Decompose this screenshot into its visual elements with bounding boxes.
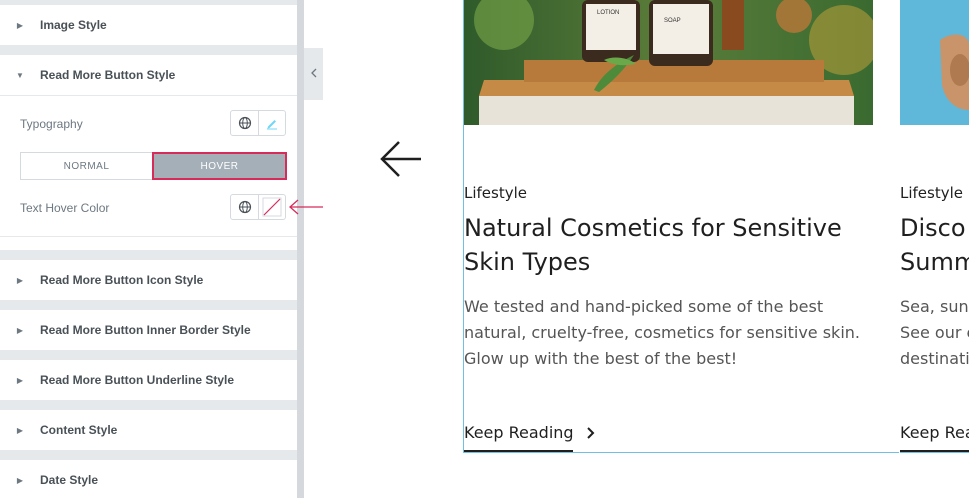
section-gap bbox=[0, 300, 297, 310]
post-excerpt-line: destinati bbox=[900, 349, 969, 368]
section-read-more-button-icon-style[interactable]: ▶ Read More Button Icon Style bbox=[0, 260, 297, 300]
chevron-right-icon bbox=[586, 426, 596, 440]
carousel-prev-button[interactable] bbox=[379, 139, 423, 179]
caret-down-icon: ▼ bbox=[16, 70, 24, 80]
post-excerpt-line: Sea, sun, bbox=[900, 297, 969, 316]
post-category[interactable]: Lifestyle bbox=[900, 184, 963, 202]
section-content-style[interactable]: ▶ Content Style bbox=[0, 410, 297, 450]
post-card: LOTION SOAP Lifestyle Natural Cosmetics … bbox=[463, 0, 899, 453]
section-read-more-button-underline-style[interactable]: ▶ Read More Button Underline Style bbox=[0, 360, 297, 400]
section-title: Content Style bbox=[40, 423, 118, 437]
tab-normal[interactable]: NORMAL bbox=[20, 152, 152, 180]
section-read-more-button-inner-border-style[interactable]: ▶ Read More Button Inner Border Style bbox=[0, 310, 297, 350]
caret-right-icon: ▶ bbox=[16, 475, 24, 485]
section-title: Read More Button Inner Border Style bbox=[40, 323, 251, 337]
typography-control bbox=[230, 110, 286, 136]
post-excerpt-line: See our e bbox=[900, 323, 969, 342]
typography-label: Typography bbox=[20, 117, 83, 131]
annotation-arrow bbox=[289, 199, 323, 215]
section-title: Read More Button Style bbox=[40, 68, 176, 82]
read-more-button[interactable]: Keep Reading bbox=[464, 423, 596, 442]
post-category[interactable]: Lifestyle bbox=[464, 184, 527, 202]
text-hover-color-control bbox=[230, 194, 286, 220]
globe-icon[interactable] bbox=[231, 195, 258, 219]
tab-hover[interactable]: HOVER bbox=[152, 152, 287, 180]
section-read-more-button-style[interactable]: ▼ Read More Button Style bbox=[0, 55, 297, 95]
pencil-icon[interactable] bbox=[258, 111, 285, 135]
post-image[interactable] bbox=[900, 0, 969, 125]
post-image[interactable]: LOTION SOAP bbox=[464, 0, 873, 125]
caret-right-icon: ▶ bbox=[16, 20, 24, 30]
read-more-underline bbox=[900, 450, 969, 452]
section-gap bbox=[0, 450, 297, 460]
divider bbox=[0, 236, 297, 237]
state-tabs: NORMAL HOVER bbox=[20, 152, 287, 180]
section-title: Read More Button Underline Style bbox=[40, 373, 235, 387]
caret-right-icon: ▶ bbox=[16, 375, 24, 385]
section-gap bbox=[0, 400, 297, 410]
post-excerpt: We tested and hand-picked some of the be… bbox=[464, 297, 860, 368]
section-date-style[interactable]: ▶ Date Style bbox=[0, 460, 297, 498]
post-excerpt: Sea, sun, See our e destinati bbox=[900, 294, 969, 372]
caret-right-icon: ▶ bbox=[16, 275, 24, 285]
panel-collapse-button[interactable] bbox=[304, 48, 323, 100]
caret-right-icon: ▶ bbox=[16, 425, 24, 435]
section-gap bbox=[0, 350, 297, 360]
panel-scrollbar[interactable] bbox=[297, 0, 304, 498]
section-title: Image Style bbox=[40, 18, 107, 32]
divider bbox=[0, 95, 297, 96]
text-hover-color-label: Text Hover Color bbox=[20, 201, 110, 215]
globe-icon[interactable] bbox=[231, 111, 258, 135]
chevron-left-icon bbox=[310, 65, 318, 83]
post-title-line: Summ bbox=[900, 248, 969, 276]
post-title[interactable]: Natural Cosmetics for Sensitive Skin Typ… bbox=[464, 211, 884, 279]
editor-panel: ▶ Image Style ▼ Read More Button Style T… bbox=[0, 0, 304, 498]
section-title: Read More Button Icon Style bbox=[40, 273, 204, 287]
bottle-label: SOAP bbox=[664, 18, 681, 24]
post-card: Lifestyle Disco Summ Sea, sun, See our e… bbox=[900, 0, 969, 453]
read-more-label: Keep Reading bbox=[464, 423, 574, 442]
caret-right-icon: ▶ bbox=[16, 325, 24, 335]
read-more-button[interactable]: Keep Rea bbox=[900, 423, 969, 442]
section-image-style[interactable]: ▶ Image Style bbox=[0, 5, 297, 45]
read-more-underline bbox=[464, 450, 573, 452]
section-gap bbox=[0, 45, 297, 55]
section-title: Date Style bbox=[40, 473, 99, 487]
arrow-left-icon bbox=[379, 141, 423, 183]
section-gap bbox=[0, 250, 297, 260]
post-title[interactable]: Disco Summ bbox=[900, 211, 969, 279]
no-color-swatch-icon[interactable] bbox=[258, 195, 285, 219]
bottle-label: LOTION bbox=[597, 10, 620, 16]
post-title-line: Disco bbox=[900, 214, 966, 242]
